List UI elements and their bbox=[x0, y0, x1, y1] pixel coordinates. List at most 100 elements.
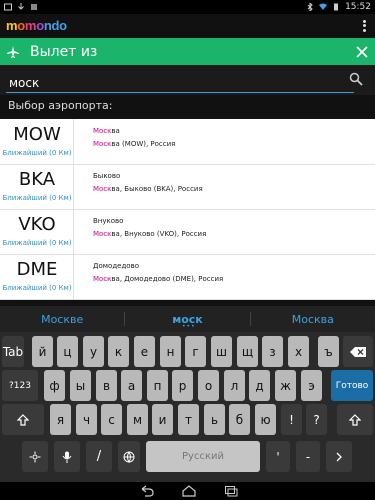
settings-icon bbox=[29, 451, 41, 462]
key-symbols[interactable]: ?123 bbox=[2, 370, 38, 401]
key-letter[interactable]: н bbox=[160, 336, 181, 367]
back-icon[interactable] bbox=[140, 485, 154, 497]
bluetooth-icon bbox=[307, 3, 313, 11]
home-icon[interactable] bbox=[182, 485, 196, 497]
airport-detail: Москва, Быково (BKA), Россия bbox=[93, 185, 203, 193]
city-name: Быково bbox=[93, 172, 121, 180]
key-letter[interactable]: ф bbox=[44, 370, 65, 401]
key-letter[interactable]: б bbox=[229, 404, 250, 435]
key-language[interactable] bbox=[118, 441, 140, 472]
nearest-label: Ближайший (0 Км) bbox=[2, 239, 72, 247]
section-label: Выбор аэропорта: bbox=[8, 99, 113, 112]
key-slash[interactable]: / bbox=[86, 441, 112, 472]
key-letter[interactable]: у bbox=[83, 336, 104, 367]
airport-row-bka[interactable]: BKA Ближайший (0 Км) Быково Москва, Быко… bbox=[0, 164, 375, 210]
close-icon[interactable] bbox=[355, 45, 369, 59]
key-question[interactable]: ? bbox=[306, 404, 327, 435]
shift-icon bbox=[349, 413, 361, 426]
key-letter[interactable]: г bbox=[185, 336, 206, 367]
city-name: Домодедово bbox=[93, 262, 139, 270]
key-letter[interactable]: з bbox=[262, 336, 283, 367]
code-column: VKO Ближайший (0 Км) bbox=[0, 209, 74, 254]
status-time: 15:52 bbox=[345, 2, 371, 12]
keyboard: Tab й ц у к е н г ш щ з х ъ ?123 ф ы в а… bbox=[0, 332, 375, 482]
airport-code: MOW bbox=[13, 124, 61, 145]
code-column: DME Ближайший (0 Км) bbox=[0, 254, 74, 299]
page-title: Вылет из bbox=[30, 43, 98, 60]
airport-row-mow[interactable]: MOW Ближайший (0 Км) Москва Москва (MOW)… bbox=[0, 119, 375, 165]
key-letter[interactable]: ы bbox=[70, 370, 91, 401]
app-header: momondo bbox=[0, 14, 375, 37]
key-letter[interactable]: х bbox=[288, 336, 309, 367]
search-area bbox=[0, 65, 375, 95]
nearest-label: Ближайший (0 Км) bbox=[2, 284, 72, 292]
status-bar: 15:52 bbox=[0, 0, 375, 14]
departure-bar: Вылет из bbox=[0, 38, 375, 65]
key-settings[interactable] bbox=[22, 441, 48, 472]
key-letter[interactable]: ж bbox=[275, 370, 296, 401]
momondo-logo: momondo bbox=[6, 18, 67, 33]
key-letter[interactable]: с bbox=[101, 404, 122, 435]
key-letter[interactable]: о bbox=[198, 370, 219, 401]
done-button[interactable]: Готово bbox=[331, 370, 373, 401]
navigation-bar bbox=[0, 482, 375, 500]
key-letter[interactable]: а bbox=[121, 370, 142, 401]
key-letter[interactable]: п bbox=[147, 370, 168, 401]
key-letter[interactable]: ю bbox=[255, 404, 276, 435]
key-letter[interactable]: и bbox=[152, 404, 173, 435]
code-column: MOW Ближайший (0 Км) bbox=[0, 119, 74, 164]
key-backspace[interactable] bbox=[343, 336, 373, 367]
recent-apps-icon[interactable] bbox=[224, 485, 238, 497]
key-shift-left[interactable] bbox=[2, 404, 44, 435]
key-shift-right[interactable] bbox=[337, 404, 373, 435]
search-icon[interactable] bbox=[349, 72, 363, 86]
nearest-label: Ближайший (0 Км) bbox=[2, 149, 72, 157]
key-arrow[interactable] bbox=[326, 441, 352, 472]
gallery-icon bbox=[4, 3, 12, 11]
key-letter[interactable]: р bbox=[172, 370, 193, 401]
key-letter[interactable]: ч bbox=[76, 404, 97, 435]
airport-row-vko[interactable]: VKO Ближайший (0 Км) Внуково Москва, Вну… bbox=[0, 209, 375, 255]
city-name: Москва bbox=[93, 127, 120, 135]
key-letter[interactable]: л bbox=[224, 370, 245, 401]
key-letter[interactable]: ь bbox=[204, 404, 225, 435]
key-letter[interactable]: м bbox=[127, 404, 148, 435]
overflow-menu-icon[interactable] bbox=[359, 19, 369, 33]
key-letter[interactable]: щ bbox=[237, 336, 258, 367]
suggestion-1[interactable]: Москве bbox=[0, 313, 124, 326]
key-letter[interactable]: д bbox=[249, 370, 270, 401]
key-hyphen[interactable]: - bbox=[296, 441, 320, 472]
notification-icon bbox=[31, 4, 37, 10]
key-letter[interactable]: к bbox=[108, 336, 129, 367]
key-letter[interactable]: ш bbox=[211, 336, 232, 367]
nearest-label: Ближайший (0 Км) bbox=[2, 194, 72, 202]
mic-icon bbox=[62, 451, 72, 463]
key-letter[interactable]: э bbox=[301, 370, 322, 401]
key-letter[interactable]: е bbox=[134, 336, 155, 367]
battery-icon bbox=[334, 3, 339, 11]
key-letter[interactable]: й bbox=[32, 336, 53, 367]
search-input[interactable] bbox=[6, 74, 354, 93]
suggestion-3[interactable]: Москва bbox=[251, 313, 375, 326]
key-letter[interactable]: в bbox=[96, 370, 117, 401]
airport-code: BKA bbox=[18, 169, 56, 190]
key-letter[interactable]: я bbox=[50, 404, 71, 435]
key-exclamation[interactable]: ! bbox=[281, 404, 302, 435]
chevron-icon bbox=[336, 452, 342, 461]
airport-detail: Москва, Внуково (VKO), Россия bbox=[93, 230, 207, 238]
key-letter[interactable]: ц bbox=[57, 336, 78, 367]
key-space[interactable]: Русский bbox=[146, 441, 260, 472]
airport-list: MOW Ближайший (0 Км) Москва Москва (MOW)… bbox=[0, 119, 375, 300]
key-letter[interactable]: т bbox=[178, 404, 199, 435]
key-mic[interactable] bbox=[54, 441, 80, 472]
shift-icon bbox=[17, 413, 29, 426]
airport-detail: Москва (MOW), Россия bbox=[93, 140, 176, 148]
key-letter[interactable]: ъ bbox=[318, 336, 339, 367]
key-tab[interactable]: Tab bbox=[2, 336, 24, 367]
airport-code: VKO bbox=[18, 214, 56, 235]
wifi-icon bbox=[319, 3, 328, 10]
airport-row-dme[interactable]: DME Ближайший (0 Км) Домодедово Москва, … bbox=[0, 254, 375, 300]
key-apostrophe[interactable]: ' bbox=[266, 441, 290, 472]
airport-detail: Москва, Домодедово (DME), Россия bbox=[93, 275, 224, 283]
city-name: Внуково bbox=[93, 217, 124, 225]
